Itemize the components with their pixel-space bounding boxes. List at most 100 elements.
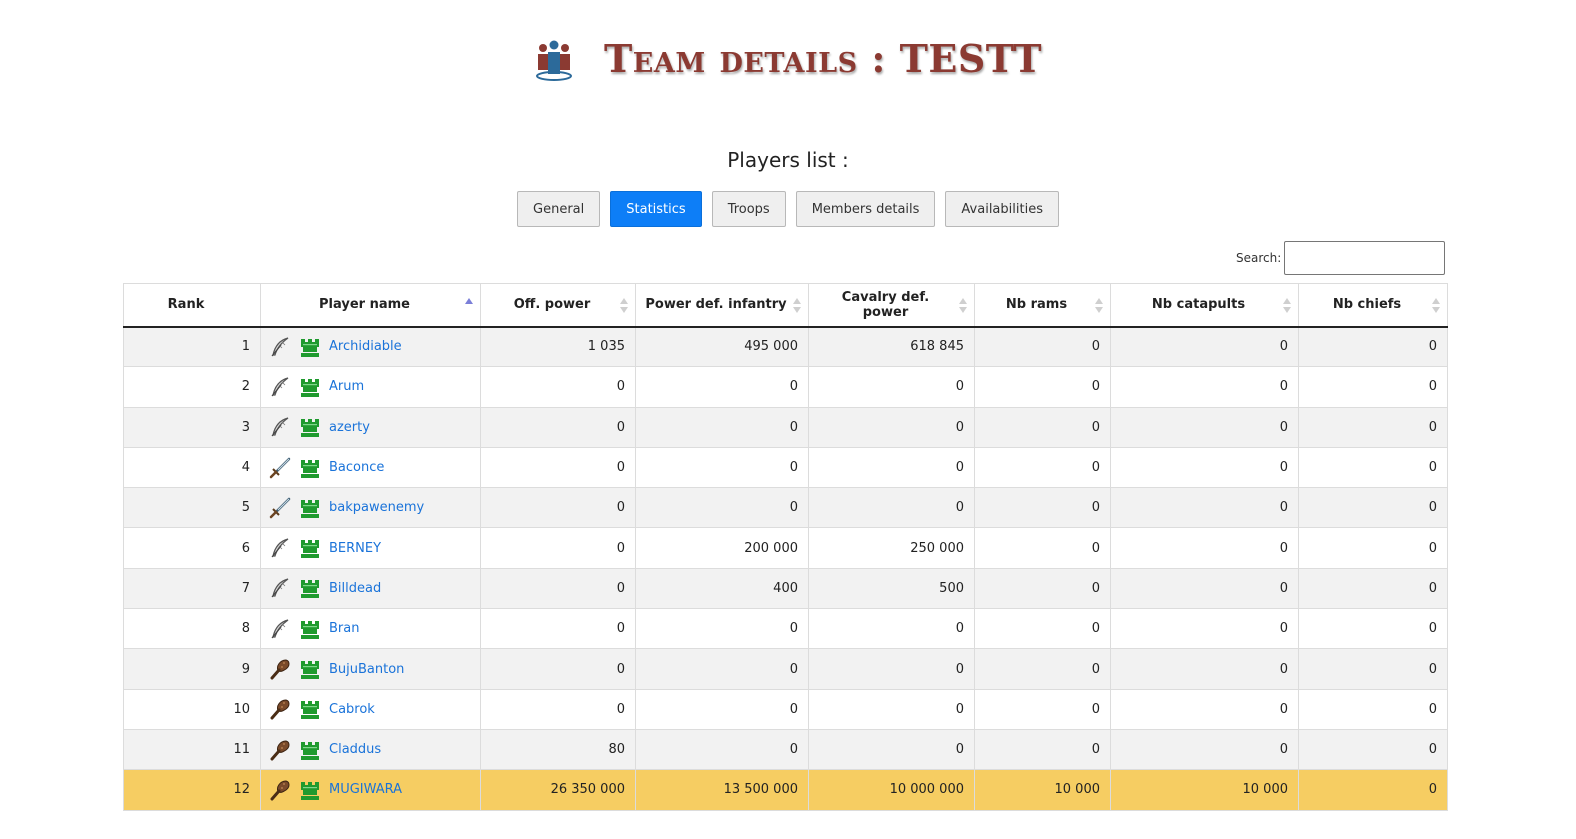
off-power-cell: 0 <box>480 527 636 569</box>
club-icon <box>269 658 291 680</box>
nb-rams-cell: 0 <box>974 527 1111 569</box>
sort-icon <box>620 298 628 314</box>
players-table: Rank Player name Off. power Power def. i… <box>123 283 1448 811</box>
player-name-cell: Cabrok <box>260 688 481 730</box>
def-infantry-cell: 0 <box>635 608 809 650</box>
nb-catapults-cell: 10 000 <box>1110 769 1299 811</box>
player-name-cell: BERNEY <box>260 527 481 569</box>
def-infantry-cell: 0 <box>635 366 809 408</box>
def-cavalry-cell: 618 845 <box>808 325 975 368</box>
nb-rams-cell: 0 <box>974 648 1111 690</box>
table-row: 6 BERNEY 0 200 000 250 000 0 0 0 <box>123 527 1448 569</box>
rank-cell: 10 <box>123 688 261 730</box>
nb-catapults-cell: 0 <box>1110 406 1299 448</box>
off-power-cell: 80 <box>480 728 636 771</box>
search-input[interactable] <box>1284 241 1446 275</box>
tab-members-details[interactable]: Members details <box>795 191 936 227</box>
page-header: Team details : TESTT <box>0 34 1576 82</box>
players-table-body: 1 Archidiable 1 035 495 000 618 845 0 0 0 2 Arum 0… <box>123 325 1448 811</box>
green-castle-icon <box>299 618 321 640</box>
green-castle-icon <box>299 698 321 720</box>
rank-cell: 11 <box>123 728 261 771</box>
rank-cell: 1 <box>123 325 261 368</box>
def-infantry-cell: 0 <box>635 648 809 690</box>
player-name-cell: Claddus <box>260 728 481 771</box>
table-row: 10 Cabrok 0 0 0 0 0 0 <box>123 688 1448 730</box>
quill-icon <box>269 336 291 358</box>
table-row: 4 Baconce 0 0 0 0 0 0 <box>123 446 1448 489</box>
nb-chiefs-cell: 0 <box>1298 487 1448 529</box>
def-cavalry-cell: 0 <box>808 446 975 489</box>
nb-rams-cell: 0 <box>974 728 1111 771</box>
player-link[interactable]: Arum <box>329 379 364 394</box>
tab-availabilities[interactable]: Availabilities <box>945 191 1059 227</box>
green-castle-icon <box>299 376 321 398</box>
sort-icon <box>793 298 801 314</box>
rank-cell: 2 <box>123 366 261 408</box>
column-header-player-name[interactable]: Player name <box>260 283 481 328</box>
player-link[interactable]: Bran <box>329 621 359 636</box>
nb-chiefs-cell: 0 <box>1298 769 1448 811</box>
def-cavalry-cell: 0 <box>808 487 975 529</box>
column-header-def-cavalry[interactable]: Cavalry def. power <box>808 283 975 328</box>
nb-chiefs-cell: 0 <box>1298 648 1448 690</box>
def-cavalry-cell: 10 000 000 <box>808 769 975 811</box>
sort-ascending-icon <box>465 298 473 314</box>
player-link[interactable]: Baconce <box>329 460 384 475</box>
column-header-def-infantry[interactable]: Power def. infantry <box>635 283 809 328</box>
def-cavalry-cell: 0 <box>808 366 975 408</box>
club-icon <box>269 739 291 761</box>
column-header-nb-chiefs[interactable]: Nb chiefs <box>1298 283 1448 328</box>
nb-catapults-cell: 0 <box>1110 446 1299 489</box>
player-link[interactable]: Billdead <box>329 581 381 596</box>
def-infantry-cell: 0 <box>635 688 809 730</box>
player-link[interactable]: azerty <box>329 420 370 435</box>
tab-troops[interactable]: Troops <box>711 191 786 227</box>
quill-icon <box>269 537 291 559</box>
nb-catapults-cell: 0 <box>1110 366 1299 408</box>
green-castle-icon <box>299 577 321 599</box>
nb-chiefs-cell: 0 <box>1298 527 1448 569</box>
player-link[interactable]: Archidiable <box>329 339 402 354</box>
nb-chiefs-cell: 0 <box>1298 366 1448 408</box>
off-power-cell: 0 <box>480 366 636 408</box>
tab-general[interactable]: General <box>517 191 601 227</box>
nb-rams-cell: 0 <box>974 487 1111 529</box>
off-power-cell: 0 <box>480 487 636 529</box>
column-header-nb-rams[interactable]: Nb rams <box>974 283 1111 328</box>
table-row: 12 MUGIWARA 26 350 000 13 500 000 10 000 000… <box>123 769 1448 811</box>
rank-cell: 5 <box>123 487 261 529</box>
green-castle-icon <box>299 658 321 680</box>
def-infantry-cell: 0 <box>635 406 809 448</box>
off-power-cell: 0 <box>480 567 636 610</box>
sort-icon <box>959 298 967 314</box>
tab-statistics[interactable]: Statistics <box>610 191 702 227</box>
nb-rams-cell: 0 <box>974 366 1111 408</box>
player-link[interactable]: BujuBanton <box>329 662 404 677</box>
table-row: 3 azerty 0 0 0 0 0 0 <box>123 406 1448 448</box>
sort-icon <box>1432 298 1440 314</box>
player-link[interactable]: Cabrok <box>329 702 375 717</box>
nb-rams-cell: 0 <box>974 688 1111 730</box>
column-header-off-power[interactable]: Off. power <box>480 283 636 328</box>
tab-bar: General Statistics Troops Members detail… <box>0 191 1576 227</box>
table-row: 8 Bran 0 0 0 0 0 0 <box>123 608 1448 650</box>
green-castle-icon <box>299 416 321 438</box>
sword-icon <box>269 457 291 479</box>
page-title: Team details : TESTT <box>604 35 1042 81</box>
player-link[interactable]: MUGIWARA <box>329 782 402 797</box>
nb-chiefs-cell: 0 <box>1298 325 1448 368</box>
player-name-cell: Archidiable <box>260 325 481 368</box>
def-infantry-cell: 400 <box>635 567 809 610</box>
def-infantry-cell: 0 <box>635 728 809 771</box>
player-link[interactable]: BERNEY <box>329 541 381 556</box>
player-link[interactable]: bakpawenemy <box>329 500 424 515</box>
column-header-rank[interactable]: Rank <box>123 283 261 328</box>
off-power-cell: 0 <box>480 608 636 650</box>
nb-chiefs-cell: 0 <box>1298 406 1448 448</box>
players-list-heading: Players list : <box>727 148 849 172</box>
def-cavalry-cell: 500 <box>808 567 975 610</box>
player-name-cell: MUGIWARA <box>260 769 481 811</box>
column-header-nb-catapults[interactable]: Nb catapults <box>1110 283 1299 328</box>
player-link[interactable]: Claddus <box>329 742 381 757</box>
